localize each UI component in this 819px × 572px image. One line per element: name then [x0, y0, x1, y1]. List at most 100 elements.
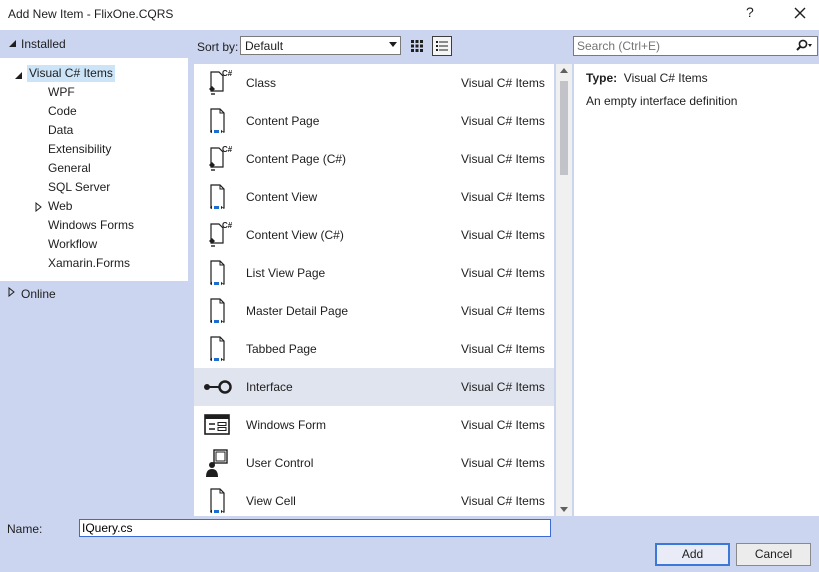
- item-category: Visual C# Items: [461, 456, 545, 470]
- item-name: User Control: [246, 456, 314, 470]
- list-view-button[interactable]: [432, 36, 452, 56]
- name-input[interactable]: [82, 521, 542, 535]
- item-list-scrollbar[interactable]: [556, 64, 572, 516]
- list-item-selected[interactable]: Interface Visual C# Items: [194, 368, 554, 406]
- item-category: Visual C# Items: [461, 342, 545, 356]
- search-box[interactable]: [573, 36, 818, 56]
- item-category: Visual C# Items: [461, 114, 545, 128]
- item-name: Tabbed Page: [246, 342, 317, 356]
- tree-node-wpf[interactable]: WPF: [48, 84, 75, 101]
- title-bar: Add New Item - FlixOne.CQRS ?: [0, 0, 819, 30]
- list-item[interactable]: List View Page Visual C# Items: [194, 254, 554, 292]
- sort-by-value: Default: [245, 39, 284, 53]
- xaml-page-icon: [210, 184, 225, 210]
- item-name: Interface: [246, 380, 293, 394]
- list-item[interactable]: C# Content Page (C#) Visual C# Items: [194, 140, 554, 178]
- scrollbar-thumb[interactable]: [560, 81, 568, 175]
- collapsed-arrow-icon[interactable]: [8, 287, 15, 297]
- item-name: Windows Form: [246, 418, 327, 432]
- sort-by-dropdown[interactable]: Default: [240, 36, 401, 55]
- item-template-list: C# Class Visual C# Items Content Page Vi…: [194, 64, 554, 516]
- medium-icons-view-button[interactable]: [407, 36, 427, 56]
- tree-node-xamarin-forms[interactable]: Xamarin.Forms: [48, 255, 130, 272]
- template-tree: Visual C# Items WPF Code Data Extensibil…: [0, 58, 188, 281]
- xaml-page-icon: [210, 488, 225, 514]
- xaml-page-icon: [210, 298, 225, 324]
- xaml-page-icon: [210, 260, 225, 286]
- item-category: Visual C# Items: [461, 418, 545, 432]
- online-label: Online: [21, 287, 56, 301]
- item-name: Content View (C#): [246, 228, 344, 242]
- item-category: Visual C# Items: [461, 304, 545, 318]
- add-button[interactable]: Add: [655, 543, 730, 566]
- type-line: Type: Visual C# Items: [586, 71, 708, 85]
- close-icon[interactable]: [790, 3, 810, 23]
- type-value: Visual C# Items: [623, 71, 708, 85]
- chevron-down-icon: [389, 42, 397, 47]
- list-item[interactable]: Master Detail Page Visual C# Items: [194, 292, 554, 330]
- windows-form-icon: [204, 414, 230, 435]
- installed-label: Installed: [21, 37, 66, 51]
- expanded-arrow-icon[interactable]: [8, 39, 17, 48]
- tree-node-visual-csharp-items[interactable]: Visual C# Items: [27, 65, 115, 82]
- tree-node-code[interactable]: Code: [48, 103, 77, 120]
- item-description: An empty interface definition: [586, 94, 738, 108]
- list-item[interactable]: C# Content View (C#) Visual C# Items: [194, 216, 554, 254]
- list-item[interactable]: Content Page Visual C# Items: [194, 102, 554, 140]
- name-label: Name:: [7, 522, 43, 536]
- tree-node-windows-forms[interactable]: Windows Forms: [48, 217, 134, 234]
- xaml-page-icon: [210, 108, 225, 134]
- item-name: Master Detail Page: [246, 304, 349, 318]
- list-item[interactable]: View Cell Visual C# Items: [194, 482, 554, 516]
- help-button[interactable]: ?: [746, 4, 754, 20]
- tree-node-general[interactable]: General: [48, 160, 91, 177]
- search-input[interactable]: [577, 38, 787, 54]
- scroll-up-arrow-icon[interactable]: [559, 67, 569, 74]
- item-name: View Cell: [246, 494, 296, 508]
- list-item[interactable]: Content View Visual C# Items: [194, 178, 554, 216]
- cancel-button[interactable]: Cancel: [736, 543, 811, 566]
- list-item[interactable]: Tabbed Page Visual C# Items: [194, 330, 554, 368]
- tree-node-web[interactable]: Web: [48, 198, 72, 215]
- search-icon[interactable]: [795, 39, 813, 53]
- item-category: Visual C# Items: [461, 76, 545, 90]
- tree-node-workflow[interactable]: Workflow: [48, 236, 97, 253]
- csharp-page-icon: C#: [209, 145, 233, 171]
- expanded-arrow-icon[interactable]: [14, 71, 23, 80]
- item-category: Visual C# Items: [461, 228, 545, 242]
- item-category: Visual C# Items: [461, 380, 545, 394]
- tree-node-sql-server[interactable]: SQL Server: [48, 179, 110, 196]
- list-item[interactable]: User Control Visual C# Items: [194, 444, 554, 482]
- svg-text:C#: C#: [222, 221, 233, 230]
- item-name: List View Page: [246, 266, 326, 280]
- tree-node-extensibility[interactable]: Extensibility: [48, 141, 111, 158]
- item-category: Visual C# Items: [461, 494, 545, 508]
- svg-text:C#: C#: [222, 69, 233, 78]
- item-category: Visual C# Items: [461, 152, 545, 166]
- item-name: Class: [246, 76, 277, 90]
- medium-icons-view-icon: [411, 40, 423, 52]
- csharp-page-icon: C#: [209, 221, 233, 247]
- item-name: Content View: [246, 190, 318, 204]
- item-name: Content Page (C#): [246, 152, 347, 166]
- window-title: Add New Item - FlixOne.CQRS: [8, 7, 174, 21]
- scroll-down-arrow-icon[interactable]: [559, 506, 569, 513]
- list-item[interactable]: C# Class Visual C# Items: [194, 64, 554, 102]
- item-category: Visual C# Items: [461, 266, 545, 280]
- collapsed-arrow-icon[interactable]: [35, 202, 42, 212]
- interface-icon: [204, 380, 232, 394]
- user-control-icon: [206, 449, 228, 477]
- installed-section[interactable]: Installed: [0, 31, 188, 58]
- sort-by-label: Sort by:: [197, 40, 239, 54]
- item-category: Visual C# Items: [461, 190, 545, 204]
- xaml-page-icon: [210, 336, 225, 362]
- tree-node-data[interactable]: Data: [48, 122, 73, 139]
- svg-text:C#: C#: [222, 145, 233, 154]
- details-panel: Type: Visual C# Items An empty interface…: [574, 64, 819, 516]
- csharp-class-icon: C#: [209, 69, 233, 95]
- name-field[interactable]: [79, 519, 551, 537]
- item-name: Content Page: [246, 114, 320, 128]
- list-view-icon: [436, 41, 448, 51]
- list-item[interactable]: Windows Form Visual C# Items: [194, 406, 554, 444]
- type-label: Type:: [586, 71, 618, 85]
